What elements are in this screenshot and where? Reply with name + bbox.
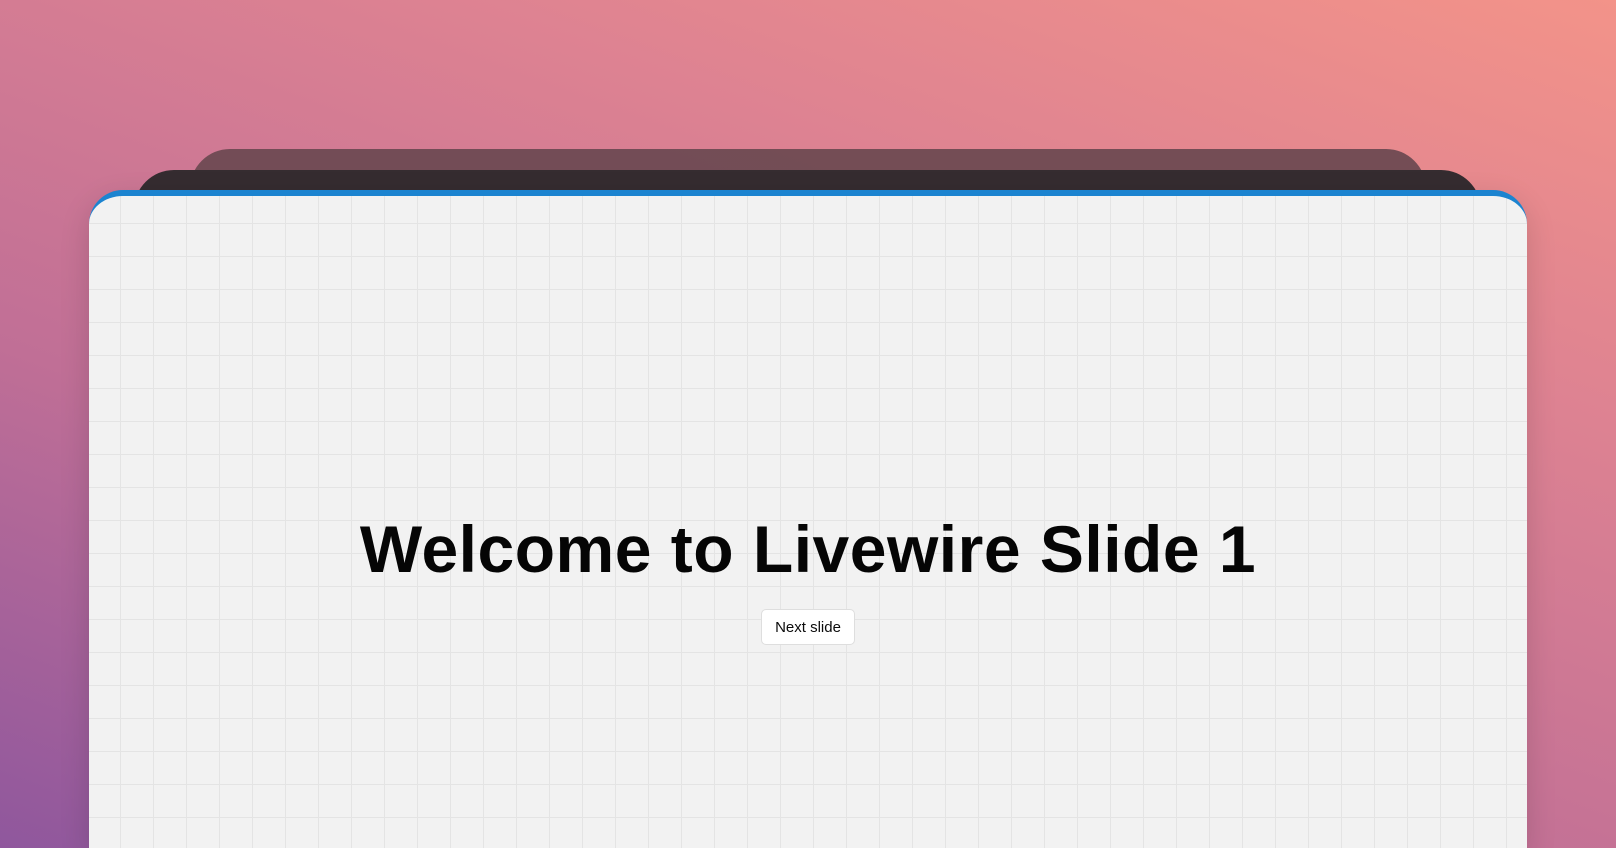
next-slide-button[interactable]: Next slide <box>761 609 855 645</box>
slide-card: Welcome to Livewire Slide 1 Next slide <box>89 190 1527 848</box>
slide-title: Welcome to Livewire Slide 1 <box>359 512 1257 586</box>
